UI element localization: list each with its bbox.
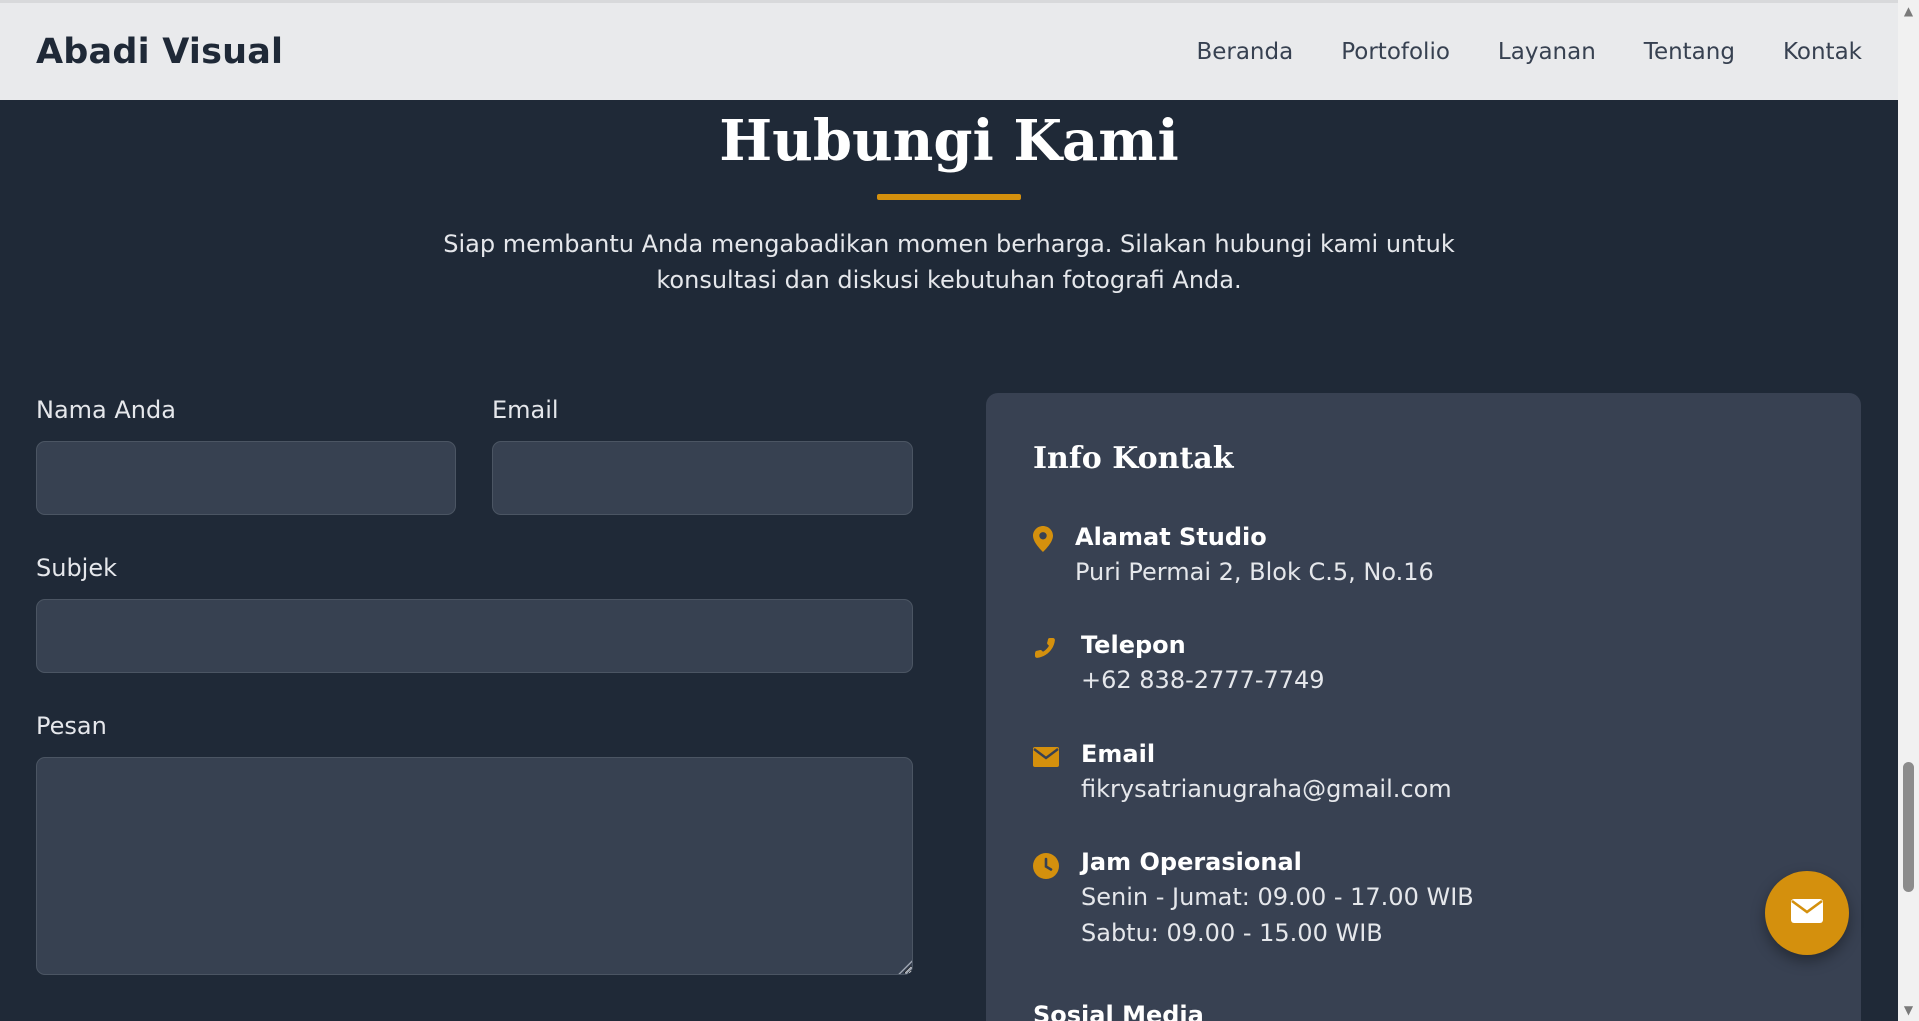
scroll-up-arrow-icon[interactable]: ▲ <box>1898 2 1919 20</box>
phone-value[interactable]: +62 838-2777-7749 <box>1081 662 1325 698</box>
subject-label: Subjek <box>36 554 118 582</box>
page: Abadi Visual Beranda Portofolio Layanan … <box>0 0 1919 1021</box>
info-title: Info Kontak <box>1033 441 1234 476</box>
phone-heading: Telepon <box>1081 631 1186 659</box>
name-label: Nama Anda <box>36 396 176 424</box>
nav-link-layanan[interactable]: Layanan <box>1498 39 1596 65</box>
hours-saturday: Sabtu: 09.00 - 15.00 WIB <box>1081 919 1383 947</box>
section-description: Siap membantu Anda mengabadikan momen be… <box>443 230 1455 294</box>
email-heading: Email <box>1081 740 1156 768</box>
social-media-heading: Sosial Media <box>1033 1001 1204 1021</box>
nav-link-tentang[interactable]: Tentang <box>1644 39 1735 65</box>
page-scrollbar[interactable]: ▲ ▼ <box>1898 0 1919 1021</box>
contact-info-card: Info Kontak Alamat Studio Puri Permai 2,… <box>986 393 1861 1021</box>
address-value: Puri Permai 2, Blok C.5, No.16 <box>1075 558 1434 586</box>
map-pin-icon <box>1033 526 1059 552</box>
name-input[interactable] <box>36 441 456 515</box>
scrollbar-thumb[interactable] <box>1903 762 1914 892</box>
nav-link-kontak[interactable]: Kontak <box>1783 39 1862 65</box>
nav-link-portofolio[interactable]: Portofolio <box>1341 39 1450 65</box>
email-input[interactable] <box>492 441 913 515</box>
textarea-resize-handle[interactable] <box>898 960 912 974</box>
nav-link-beranda[interactable]: Beranda <box>1196 39 1293 65</box>
floating-contact-button[interactable] <box>1765 871 1849 955</box>
hours-weekday: Senin - Jumat: 09.00 - 17.00 WIB <box>1081 883 1474 911</box>
nav-links: Beranda Portofolio Layanan Tentang Konta… <box>1196 39 1862 65</box>
message-textarea[interactable] <box>36 757 913 975</box>
clock-icon <box>1033 853 1059 879</box>
section-title: Hubungi Kami <box>719 108 1179 174</box>
address-heading: Alamat Studio <box>1075 523 1267 551</box>
envelope-icon <box>1033 747 1059 773</box>
phone-icon <box>1033 636 1059 662</box>
subject-input[interactable] <box>36 599 913 673</box>
email-label: Email <box>492 396 559 424</box>
title-underline <box>877 194 1021 200</box>
email-value[interactable]: fikrysatrianugraha@gmail.com <box>1081 771 1452 807</box>
message-label: Pesan <box>36 712 107 740</box>
envelope-icon <box>1791 899 1823 927</box>
brand-logo[interactable]: Abadi Visual <box>36 32 283 72</box>
scroll-down-arrow-icon[interactable]: ▼ <box>1898 1001 1919 1019</box>
hours-heading: Jam Operasional <box>1081 848 1302 876</box>
top-navbar: Abadi Visual Beranda Portofolio Layanan … <box>0 0 1898 100</box>
